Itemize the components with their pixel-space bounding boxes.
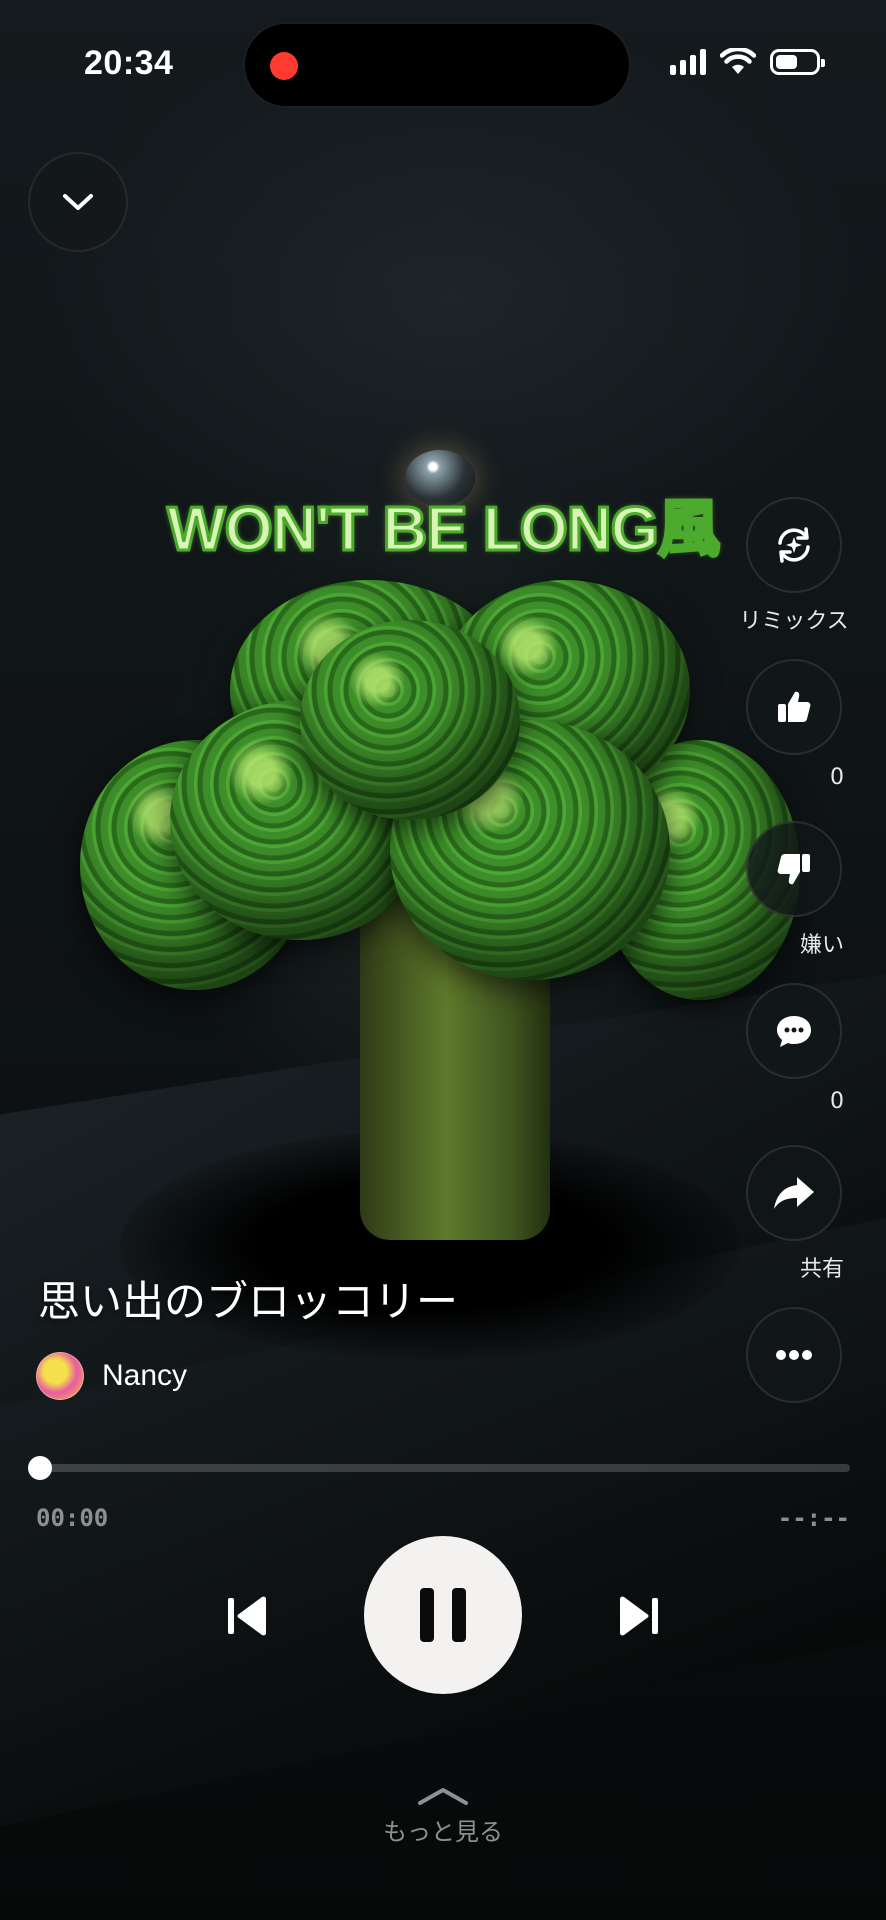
more-options-action[interactable] [744, 1307, 844, 1403]
dislike-action[interactable]: 嫌い [744, 821, 844, 959]
share-button[interactable] [746, 1145, 842, 1241]
artist-name[interactable]: Nancy [102, 1359, 187, 1393]
comment-button[interactable] [746, 983, 842, 1079]
system-icons [670, 48, 825, 76]
chevron-down-icon [63, 194, 93, 210]
chevron-up-icon [418, 1788, 468, 1805]
status-bar: 20:34 [0, 0, 886, 130]
broccoli-image [60, 560, 820, 1260]
comment-action[interactable]: 0 [744, 983, 844, 1114]
artist-link[interactable]: Nancy [36, 1352, 187, 1400]
share-action[interactable]: 共有 [744, 1145, 844, 1283]
collapse-player-button[interactable] [28, 152, 128, 252]
broccoli-floret [300, 620, 520, 820]
show-more-button[interactable]: もっと見る [0, 1786, 886, 1847]
progress-handle[interactable] [28, 1456, 52, 1480]
pause-icon [411, 1588, 475, 1642]
song-title: 思い出のブロッコリー [38, 1277, 459, 1326]
next-button[interactable] [608, 1586, 668, 1646]
like-count: 0 [830, 765, 844, 790]
status-time: 20:34 [84, 44, 174, 82]
remix-icon [778, 527, 810, 563]
skip-next-icon [620, 1596, 658, 1636]
progress-slider[interactable] [28, 1456, 850, 1480]
comment-count: 0 [830, 1089, 844, 1114]
dynamic-island [243, 22, 631, 108]
like-action[interactable]: 0 [744, 659, 844, 790]
recording-indicator-icon [270, 52, 298, 80]
remaining-time: --:-- [777, 1504, 850, 1532]
remix-action[interactable]: リミックス [739, 497, 849, 635]
ellipsis-icon [776, 1350, 812, 1360]
signal-icon [670, 49, 706, 75]
remix-label: リミックス [739, 609, 849, 634]
remix-button[interactable] [746, 497, 842, 593]
thumbs-up-icon [778, 691, 811, 722]
share-icon [774, 1177, 814, 1209]
avatar[interactable] [36, 1352, 84, 1400]
playback-controls [0, 1536, 886, 1696]
elapsed-time: 00:00 [36, 1504, 109, 1532]
comment-icon [777, 1016, 811, 1047]
wifi-icon [720, 48, 756, 74]
dislike-label: 嫌い [799, 933, 844, 958]
like-button[interactable] [746, 659, 842, 755]
pause-button[interactable] [364, 1536, 522, 1694]
progress-track[interactable] [36, 1464, 850, 1472]
thumbs-down-icon [777, 854, 810, 885]
show-more-label: もっと見る [383, 1818, 503, 1846]
dislike-button[interactable] [746, 821, 842, 917]
share-label: 共有 [799, 1257, 844, 1282]
skip-previous-icon [228, 1596, 266, 1636]
battery-icon [770, 49, 825, 75]
previous-button[interactable] [218, 1586, 278, 1646]
more-options-button[interactable] [746, 1307, 842, 1403]
